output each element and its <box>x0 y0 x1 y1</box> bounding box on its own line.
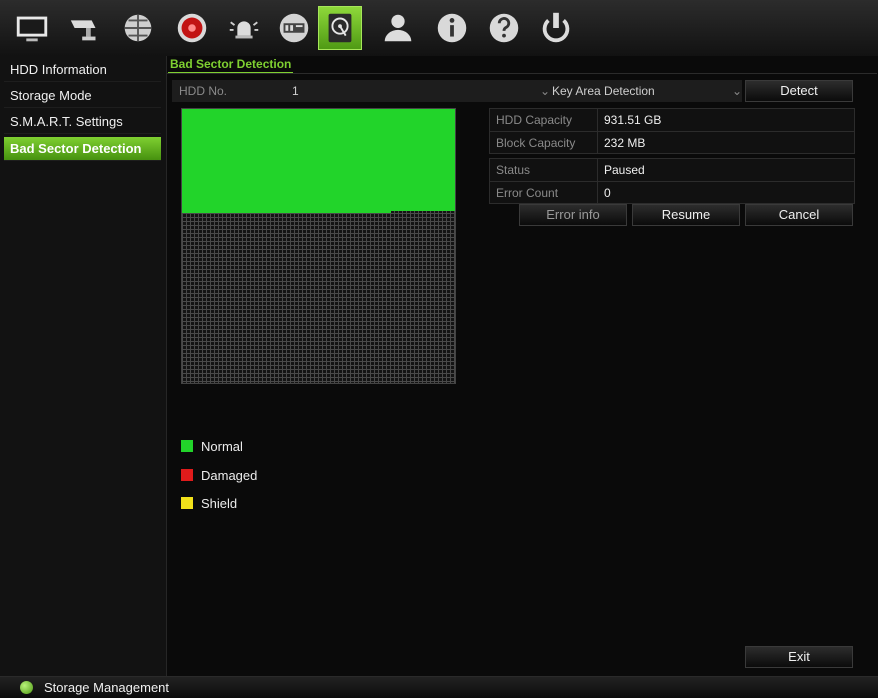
normal-swatch <box>181 440 193 452</box>
alarm-icon[interactable] <box>222 6 266 50</box>
hdd-capacity-value: 931.51 GB <box>604 113 662 127</box>
hdd-icon[interactable] <box>318 6 362 50</box>
network-icon[interactable] <box>116 6 160 50</box>
hdd-selector-row[interactable] <box>172 80 742 102</box>
legend-normal: Normal <box>181 439 243 454</box>
help-icon[interactable] <box>482 6 526 50</box>
legend-label: Damaged <box>201 468 258 483</box>
error-info-button[interactable]: Error info <box>519 204 627 226</box>
detection-mode-select[interactable]: Key Area Detection <box>552 84 655 98</box>
shield-swatch <box>181 497 193 509</box>
power-icon[interactable] <box>534 6 578 50</box>
status-bar-text: Storage Management <box>44 680 170 695</box>
legend-damaged: Damaged <box>181 468 257 483</box>
block-capacity-value: 232 MB <box>604 136 646 150</box>
tab-bad-sector-detection[interactable]: Bad Sector Detection <box>168 57 294 74</box>
record-icon[interactable] <box>170 6 214 50</box>
hdd-capacity-label: HDD Capacity <box>496 113 573 127</box>
table-row: Error Count 0 <box>490 182 854 205</box>
display-icon[interactable] <box>10 6 54 50</box>
info-icon[interactable] <box>430 6 474 50</box>
error-count-value: 0 <box>604 186 611 200</box>
exit-button[interactable]: Exit <box>745 646 853 668</box>
capacity-table: HDD Capacity 931.51 GB Block Capacity 23… <box>489 108 855 154</box>
error-count-label: Error Count <box>496 186 559 200</box>
normal-sectors-partial-row <box>182 211 391 213</box>
status-bar: Storage Management <box>0 676 878 698</box>
sidebar-item-smart-settings[interactable]: S.M.A.R.T. Settings <box>4 110 161 134</box>
table-row: HDD Capacity 931.51 GB <box>490 109 854 132</box>
sidebar-item-bad-sector-detection[interactable]: Bad Sector Detection <box>4 137 161 161</box>
status-table: Status Paused Error Count 0 <box>489 158 855 204</box>
detect-button[interactable]: Detect <box>745 80 853 102</box>
legend-label: Shield <box>201 496 238 511</box>
block-capacity-label: Block Capacity <box>496 136 576 150</box>
table-row: Block Capacity 232 MB <box>490 132 854 155</box>
mode-chevron-down-icon[interactable]: ⌄ <box>732 84 742 98</box>
sidebar-item-hdd-information[interactable]: HDD Information <box>4 58 161 82</box>
resume-button[interactable]: Resume <box>632 204 740 226</box>
mode-chevron-left-icon[interactable]: ⌄ <box>540 84 550 98</box>
status-label: Status <box>496 163 531 177</box>
hdd-no-label: HDD No. <box>179 84 228 98</box>
legend-shield: Shield <box>181 496 237 511</box>
device-icon[interactable] <box>272 6 316 50</box>
sidebar: HDD Information Storage Mode S.M.A.R.T. … <box>0 56 167 676</box>
status-value: Paused <box>604 163 645 177</box>
sector-grid <box>181 108 456 384</box>
user-icon[interactable] <box>376 6 420 50</box>
top-toolbar <box>0 0 878 57</box>
damaged-swatch <box>181 469 193 481</box>
tab-divider <box>167 73 877 74</box>
hdd-no-value[interactable]: 1 <box>292 84 299 98</box>
table-row: Status Paused <box>490 159 854 182</box>
camera-icon[interactable] <box>64 6 108 50</box>
legend-label: Normal <box>201 439 243 454</box>
status-indicator-icon <box>20 681 33 694</box>
normal-sectors-block <box>182 109 455 211</box>
sidebar-item-storage-mode[interactable]: Storage Mode <box>4 84 161 108</box>
cancel-button[interactable]: Cancel <box>745 204 853 226</box>
